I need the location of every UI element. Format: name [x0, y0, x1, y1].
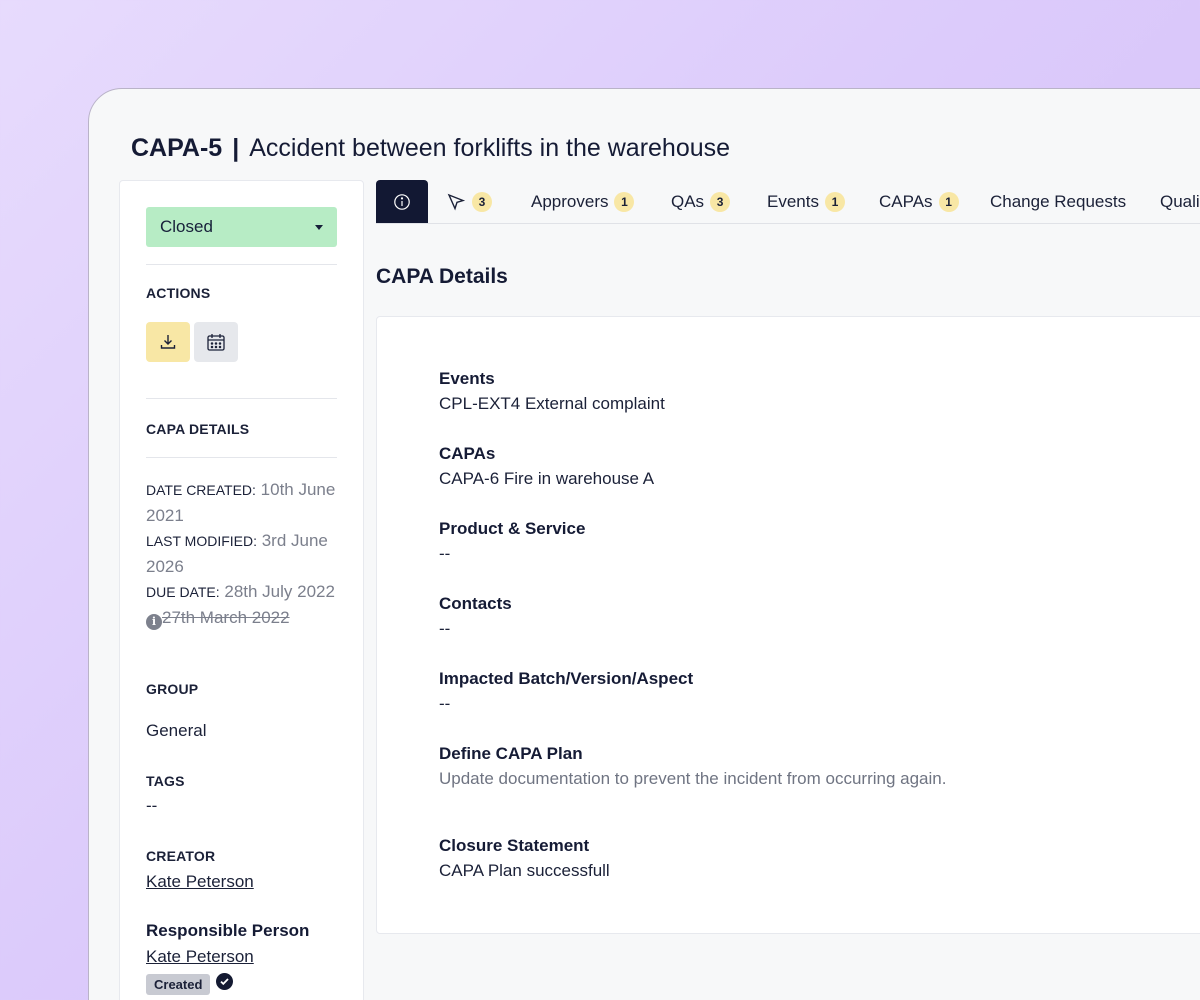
capa-details-card: Events CPL-EXT4 External complaint CAPAs…	[376, 316, 1200, 934]
tab-label: QAs	[671, 191, 705, 211]
tab-label: Events	[767, 191, 819, 211]
field-label: Product & Service	[439, 519, 586, 538]
count-badge: 1	[824, 191, 845, 212]
date-created-label: DATE CREATED:	[146, 482, 256, 498]
field-capa-plan: Define CAPA Plan Update documentation to…	[439, 744, 946, 789]
field-value: CPL-EXT4 External complaint	[439, 394, 665, 413]
field-label: Define CAPA Plan	[439, 744, 583, 763]
field-events: Events CPL-EXT4 External complaint	[439, 369, 665, 414]
tab-label: CAPAs	[879, 191, 933, 211]
check-circle-icon	[216, 973, 233, 990]
status-badge: Created	[146, 974, 211, 995]
field-value: Update documentation to prevent the inci…	[439, 769, 947, 788]
tab-bar: 3 Approvers 1 QAs 3 Events 1 CAPAs 1 Cha…	[376, 180, 1200, 224]
field-label: Events	[439, 369, 495, 388]
due-date-value: 28th July 2022	[224, 582, 335, 601]
group-label: GROUP	[146, 681, 199, 697]
tab-activity[interactable]: 3	[446, 180, 492, 223]
field-contacts: Contacts --	[439, 594, 512, 639]
download-button[interactable]	[146, 322, 190, 362]
record-title: Accident between forklifts in the wareho…	[249, 134, 731, 162]
field-product-service: Product & Service --	[439, 519, 585, 564]
count-badge: 1	[938, 191, 959, 212]
schedule-button[interactable]	[194, 322, 238, 362]
previous-due-date-row: i 27th March 2022	[146, 605, 346, 630]
due-date-row: DUE DATE: 28th July 2022	[146, 579, 346, 605]
due-date-label: DUE DATE:	[146, 584, 220, 600]
field-value: --	[439, 619, 451, 638]
count-badge: 1	[614, 191, 635, 212]
date-created-row: DATE CREATED: 10th June 2021	[146, 477, 346, 528]
tab-quality[interactable]: Quali	[1160, 180, 1200, 223]
count-badge: 3	[472, 191, 492, 212]
field-label: Contacts	[439, 594, 512, 613]
chevron-down-icon	[315, 224, 323, 230]
responsible-person-label: Responsible Person	[146, 921, 310, 940]
capa-details-label: CAPA DETAILS	[146, 421, 250, 437]
divider	[146, 457, 337, 458]
count-badge: 3	[710, 191, 731, 212]
tab-capas[interactable]: CAPAs 1	[879, 180, 959, 223]
actions-label: ACTIONS	[146, 285, 211, 301]
field-value: CAPA-6 Fire in warehouse A	[439, 469, 655, 488]
tab-change-requests[interactable]: Change Requests	[990, 180, 1126, 223]
divider	[146, 264, 337, 265]
field-closure-statement: Closure Statement CAPA Plan successfull	[439, 836, 610, 881]
section-title: CAPA Details	[376, 265, 508, 288]
field-value: --	[439, 694, 451, 713]
status-value: Closed	[160, 217, 213, 236]
field-value: --	[439, 544, 451, 563]
calendar-icon	[207, 334, 225, 351]
tab-approvers[interactable]: Approvers 1	[531, 180, 635, 223]
divider	[146, 398, 337, 399]
cursor-icon	[447, 193, 466, 210]
status-dropdown[interactable]: Closed	[146, 207, 337, 247]
info-circle-icon[interactable]: i	[146, 613, 162, 630]
field-label: Impacted Batch/Version/Aspect	[439, 669, 694, 688]
tab-info[interactable]	[376, 180, 428, 223]
tags-value: --	[146, 796, 158, 815]
creator-label: CREATOR	[146, 848, 216, 864]
field-capas: CAPAs CAPA-6 Fire in warehouse A	[439, 444, 654, 489]
field-label: CAPAs	[439, 444, 496, 463]
title-separator: |	[232, 134, 240, 162]
field-value: CAPA Plan successfull	[439, 861, 610, 880]
last-modified-row: LAST MODIFIED: 3rd June 2026	[146, 528, 346, 579]
last-modified-label: LAST MODIFIED:	[146, 533, 257, 549]
tags-label: TAGS	[146, 773, 185, 789]
responsible-person-link[interactable]: Kate Peterson	[146, 947, 254, 967]
field-impacted-batch: Impacted Batch/Version/Aspect --	[439, 669, 693, 714]
tab-label: Approvers	[531, 191, 609, 211]
date-info: DATE CREATED: 10th June 2021 LAST MODIFI…	[146, 477, 346, 630]
app-window: CAPA-5 | Accident between forklifts in the…	[88, 88, 1200, 1000]
group-value: General	[146, 721, 207, 740]
tab-label: Change Requests	[990, 191, 1127, 211]
tab-label: Quali	[1160, 191, 1200, 211]
info-icon	[394, 193, 410, 210]
previous-due-date: 27th March 2022	[162, 608, 290, 627]
details-sidebar: Closed ACTIONS CAPA DETAILS DATE CREATED…	[119, 180, 364, 1000]
tab-events[interactable]: Events 1	[767, 180, 845, 223]
field-label: Closure Statement	[439, 836, 590, 855]
creator-link[interactable]: Kate Peterson	[146, 872, 254, 892]
record-id: CAPA-5	[131, 134, 223, 162]
tab-qas[interactable]: QAs 3	[671, 180, 731, 223]
page-title: CAPA-5 | Accident between forklifts in the…	[131, 134, 730, 163]
download-icon	[160, 335, 176, 349]
